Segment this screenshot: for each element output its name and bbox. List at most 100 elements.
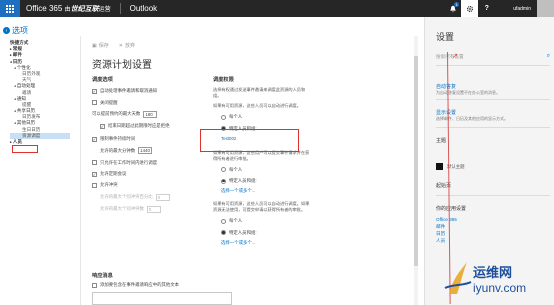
section-heading: 调度选项: [92, 77, 113, 83]
search-input[interactable]: 搜索所有设置: [436, 54, 464, 60]
radio-selected[interactable]: [221, 178, 226, 184]
auto-reply-link[interactable]: 自动答复: [436, 83, 456, 90]
app-link-calendar[interactable]: 日历: [436, 231, 445, 237]
expand-toggle-icon[interactable]: ◂: [14, 66, 16, 70]
max-days-input[interactable]: 180: [143, 110, 158, 118]
options-title: 选项: [12, 26, 28, 35]
group1-everyone-option[interactable]: 每个人: [213, 114, 313, 120]
display-settings-link[interactable]: 显示设置: [436, 109, 456, 116]
highlight-box-permission: [200, 129, 299, 152]
search-icon[interactable]: ⌕: [547, 53, 550, 60]
limit-duration-option[interactable]: ✓ 限制事件持续时间: [92, 136, 200, 142]
settings-gear-button[interactable]: [461, 0, 479, 17]
work-hours-option[interactable]: 只允许在工作时间内进行调度: [92, 160, 200, 166]
your-apps-heading: 你的应用设置: [436, 206, 467, 212]
nav-divider: [80, 36, 81, 305]
checkbox[interactable]: [92, 182, 97, 188]
nav-item-label: 日历外观: [22, 70, 41, 76]
checkbox-checked[interactable]: ✓: [92, 136, 97, 142]
radio[interactable]: [221, 167, 226, 173]
brand-title[interactable]: Office 365 由世纪互联运营: [26, 4, 111, 14]
add-response-text-option[interactable]: 添加要包含在事件邀请响应中的其他文本: [92, 282, 179, 288]
theme-label: 主题: [436, 138, 447, 144]
section-heading: 调度权限: [213, 77, 234, 83]
nav-item-label: 邀请: [22, 89, 32, 95]
nav-item-label: 资源调度: [22, 132, 41, 138]
theme-swatch[interactable]: [436, 163, 443, 170]
app-link-mail[interactable]: 邮件: [436, 224, 445, 230]
notifications-button[interactable]: 1: [444, 0, 461, 17]
checkbox[interactable]: [92, 160, 97, 166]
expand-toggle-icon[interactable]: ▸: [10, 53, 12, 57]
group2-everyone-option[interactable]: 每个人: [213, 167, 313, 173]
nav-item-label: 自动处理: [16, 83, 36, 89]
checkbox[interactable]: [92, 100, 97, 106]
radio[interactable]: [221, 114, 226, 120]
expand-toggle-icon[interactable]: ◂: [14, 109, 16, 113]
scrollbar-thumb[interactable]: [414, 56, 418, 266]
group3-specific-option[interactable]: 特定人员和组:: [213, 230, 313, 236]
nav-item-label: 快捷方式: [10, 40, 29, 45]
max-minutes-input[interactable]: 1440: [138, 147, 153, 155]
auto-reply-desc: 为自动答复设置不在办公室的消息。: [436, 90, 500, 95]
expand-toggle-icon[interactable]: ◂: [14, 97, 16, 101]
max-conflict-count-input[interactable]: 0: [146, 205, 161, 213]
watermark-logo-icon: [444, 262, 472, 294]
app-link-office365[interactable]: Office 365: [436, 217, 457, 222]
discard-button[interactable]: ✕ 放弃: [119, 42, 135, 49]
expand-toggle-icon[interactable]: ▸: [10, 140, 12, 144]
group1-desc: 如果有可用资源，这些人员可以自动进行调度。: [213, 103, 301, 108]
permissions-intro: 选择有权通过发送事件邀请来调度此资源的人员和组。: [213, 87, 306, 98]
app-link-people[interactable]: 人员: [436, 238, 445, 244]
expand-toggle-icon[interactable]: ◂: [10, 60, 12, 64]
nav-item-label: 其他日历: [16, 120, 36, 126]
highlight-box-nav: [12, 145, 38, 153]
checkbox-checked[interactable]: ✓: [100, 123, 105, 129]
nav-item-label: 常规: [12, 46, 22, 52]
scheduling-permissions-section: 调度权限 选择有权通过发送事件邀请来调度此资源的人员和组。 如果有可用资源，这些…: [213, 76, 313, 246]
nav-item-label: 共享日历: [16, 108, 36, 114]
group3-select-link[interactable]: 选择一个或多个...: [213, 240, 313, 246]
settings-divider: [436, 195, 550, 196]
expand-toggle-icon[interactable]: ◂: [14, 121, 16, 125]
nav-item-label: 生日日历: [22, 126, 41, 132]
app-launcher-button[interactable]: [0, 0, 20, 17]
expand-toggle-icon[interactable]: ▸: [10, 47, 12, 51]
expand-toggle-icon[interactable]: ◂: [14, 84, 16, 88]
radio-selected[interactable]: [221, 230, 226, 236]
group2-select-link[interactable]: 选择一个或多个...: [213, 188, 313, 194]
max-conflict-pct-input[interactable]: 0: [155, 193, 170, 201]
nav-item-label: 邮件: [12, 52, 22, 58]
topbar-divider: [119, 3, 121, 14]
settings-title: 设置: [436, 32, 455, 42]
checkbox[interactable]: [92, 282, 97, 288]
toolbar: ▣ 保存 ✕ 放弃: [92, 42, 135, 49]
max-conflict-count-row: 允许的最大个别冲突数 0: [92, 205, 200, 213]
radio[interactable]: [221, 218, 226, 224]
notification-badge: 1: [454, 2, 460, 7]
checkbox-checked[interactable]: ✓: [92, 171, 97, 177]
avatar[interactable]: [537, 0, 554, 17]
help-button[interactable]: ?: [478, 0, 495, 17]
auto-process-option[interactable]: ✓ 自动处理事件邀请和取消通知: [92, 88, 200, 94]
allow-conflicts-option[interactable]: 允许冲突: [92, 182, 200, 188]
watermark-line2: iyunv.com: [473, 281, 527, 295]
options-back-link[interactable]: ‹ 选项: [3, 25, 28, 36]
end-date-reject-option[interactable]: ✓ 结束日期超过此期限时应是拒绝: [92, 123, 200, 129]
nav-item-label: 天气: [22, 77, 32, 83]
checkbox-checked[interactable]: ✓: [92, 88, 97, 94]
group3-everyone-option[interactable]: 每个人: [213, 218, 313, 224]
nav-item-label: 日历发布: [22, 114, 41, 120]
help-icon: ?: [484, 5, 489, 12]
nav-item-label: 提醒: [22, 101, 32, 107]
allow-recurring-option[interactable]: ✓ 允许定期会议: [92, 171, 200, 177]
save-button[interactable]: ▣ 保存: [92, 42, 109, 49]
username[interactable]: ufadmin: [513, 6, 531, 12]
app-name[interactable]: Outlook: [130, 4, 158, 13]
settings-divider: [436, 127, 550, 128]
gear-icon: [466, 5, 473, 12]
response-text-box[interactable]: [92, 292, 232, 305]
max-conflict-pct-row: 允许的最大个别冲突百分比 0: [92, 193, 200, 201]
group2-specific-option[interactable]: 特定人员和组:: [213, 178, 313, 184]
close-reminders-option[interactable]: 关闭提醒: [92, 100, 200, 106]
